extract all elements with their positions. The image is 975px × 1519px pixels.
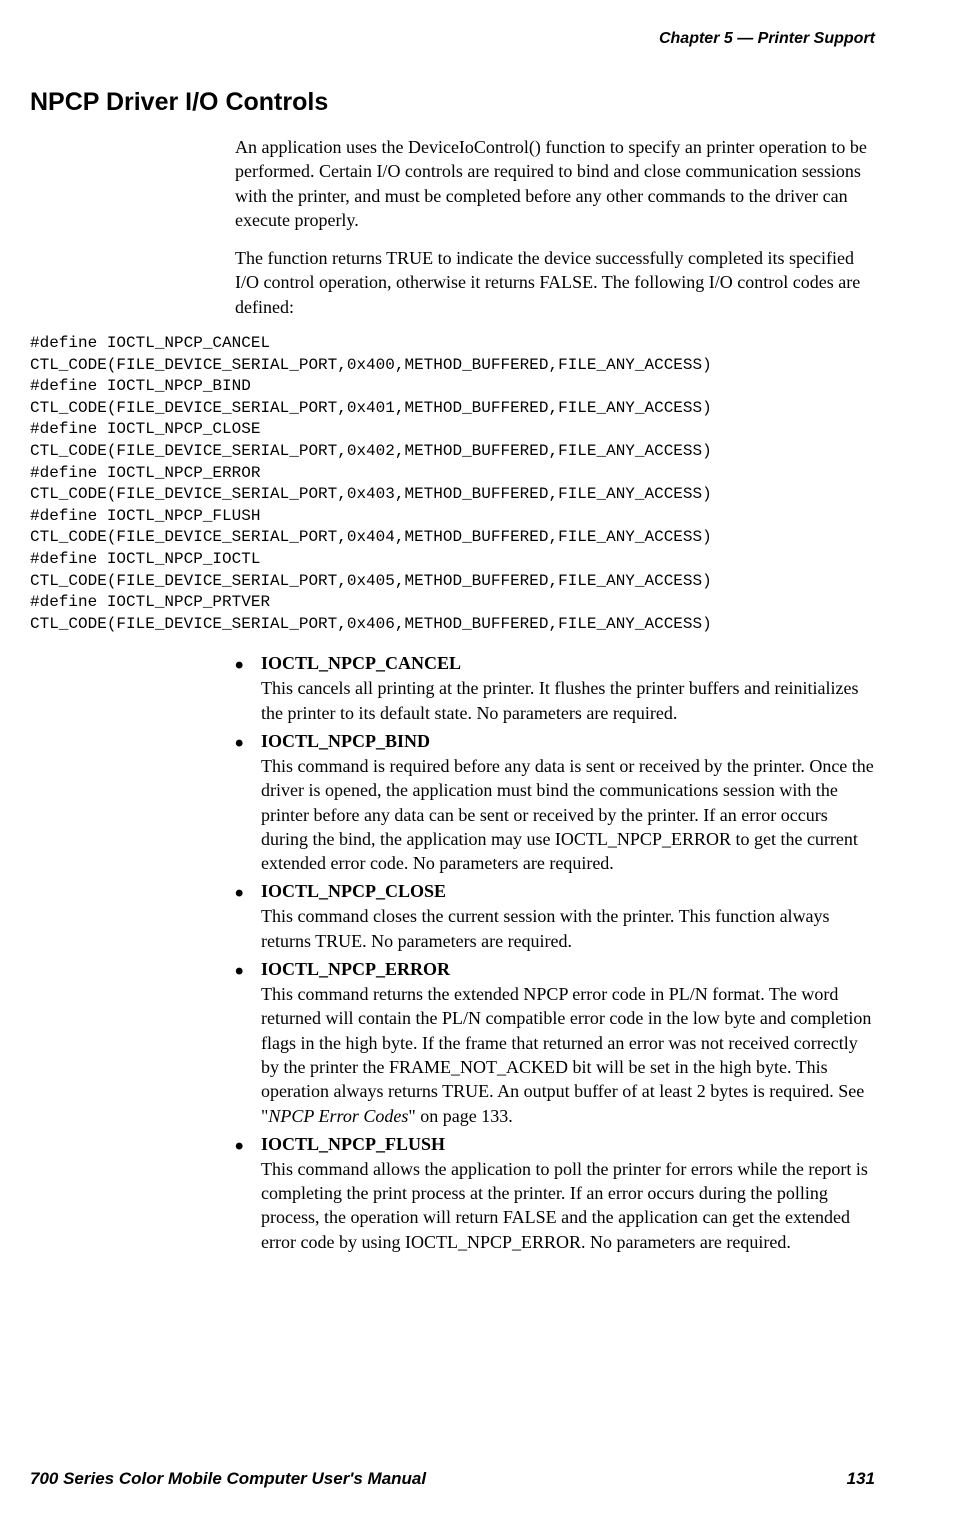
code-block: #define IOCTL_NPCP_CANCEL CTL_CODE(FILE_… <box>30 333 875 635</box>
ioctl-item-cancel: • IOCTL_NPCP_CANCEL This cancels all pri… <box>235 653 875 725</box>
page-footer: 700 Series Color Mobile Computer User's … <box>30 1469 875 1489</box>
ioctl-name: IOCTL_NPCP_ERROR <box>261 959 875 980</box>
bullet-icon: • <box>235 731 243 756</box>
intro-paragraph-2: The function returns TRUE to indicate th… <box>235 246 875 319</box>
bullet-icon: • <box>235 959 243 984</box>
bullet-icon: • <box>235 653 243 678</box>
bullet-icon: • <box>235 1134 243 1159</box>
ioctl-desc: This command returns the extended NPCP e… <box>261 984 871 1125</box>
page-header: Chapter 5 — Printer Support <box>30 30 875 48</box>
ioctl-name: IOCTL_NPCP_BIND <box>261 731 875 752</box>
ioctl-name: IOCTL_NPCP_CLOSE <box>261 881 875 902</box>
footer-page-number: 131 <box>847 1469 875 1489</box>
section-heading: NPCP Driver I/O Controls <box>30 88 875 117</box>
chapter-number: Chapter 5 <box>659 30 733 47</box>
ioctl-item-bind: • IOCTL_NPCP_BIND This command is requir… <box>235 731 875 875</box>
ioctl-name: IOCTL_NPCP_CANCEL <box>261 653 875 674</box>
ioctl-desc-italic: NPCP Error Codes <box>268 1106 408 1126</box>
bullet-icon: • <box>235 881 243 906</box>
ioctl-list: • IOCTL_NPCP_CANCEL This cancels all pri… <box>235 653 875 1254</box>
ioctl-desc: This command allows the application to p… <box>261 1159 868 1252</box>
ioctl-desc-post: " on page 133. <box>408 1106 512 1126</box>
footer-manual-title: 700 Series Color Mobile Computer User's … <box>30 1469 426 1489</box>
ioctl-desc-pre: This command returns the extended NPCP e… <box>261 984 871 1125</box>
ioctl-name: IOCTL_NPCP_FLUSH <box>261 1134 875 1155</box>
intro-paragraph-1: An application uses the DeviceIoControl(… <box>235 135 875 232</box>
ioctl-item-close: • IOCTL_NPCP_CLOSE This command closes t… <box>235 881 875 953</box>
ioctl-desc: This command is required before any data… <box>261 756 874 873</box>
ioctl-desc: This cancels all printing at the printer… <box>261 678 858 722</box>
header-separator: — <box>733 30 758 47</box>
chapter-title: Printer Support <box>758 30 875 47</box>
ioctl-desc: This command closes the current session … <box>261 906 830 950</box>
ioctl-item-flush: • IOCTL_NPCP_FLUSH This command allows t… <box>235 1134 875 1254</box>
ioctl-item-error: • IOCTL_NPCP_ERROR This command returns … <box>235 959 875 1128</box>
